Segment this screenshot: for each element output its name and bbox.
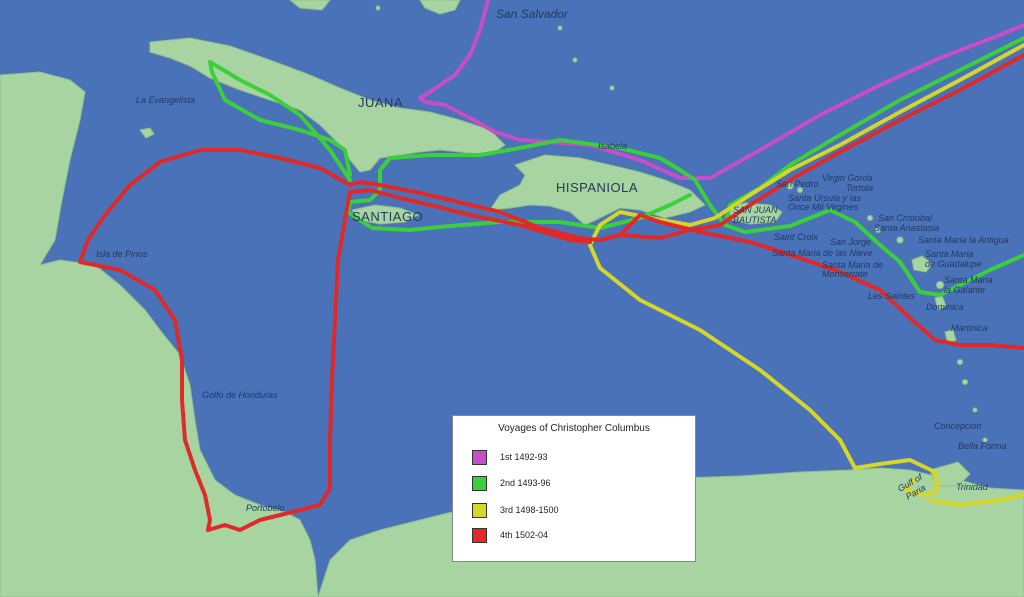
label-santa-anastasia: Santa Anastasia [874,223,939,233]
legend-swatch-4th [472,527,487,543]
label-santa-maria-galante-2: la Galante [944,285,985,295]
label-virgin-gorda: Virgin Gorda [822,173,872,183]
label-san-pedro: San Pedro [776,179,819,189]
label-hispaniola: HISPANIOLA [556,180,638,195]
legend-item-2nd: 2nd 1493-96 [472,475,551,491]
label-san-juan: SAN JUAN [733,205,778,215]
label-santa-maria-guadalupe-2: de Guadalupe [925,259,982,269]
legend-item-4th: 4th 1502-04 [472,527,548,543]
bahamas-islet [375,5,381,11]
legend-swatch-3rd [472,502,487,518]
label-dominica: Dominica [926,302,964,312]
legend-label-2nd: 2nd 1493-96 [500,478,551,488]
legend-item-1st: 1st 1492-93 [472,449,548,465]
label-santiago: SANTIAGO [352,209,423,224]
label-santa-ursula-2: Once Mil Virgines [788,202,859,212]
bahamas-islet [572,57,578,63]
label-martinica: Martinica [951,323,988,333]
label-bautista: BAUTISTA [733,215,776,225]
antigua-island [896,236,904,244]
label-saint-croix: Saint Croix [774,232,819,242]
label-santa-maria-antigua: Santa Maria la Antigua [918,235,1009,245]
legend-swatch-1st [472,449,487,465]
label-san-salvador: San Salvador [496,7,569,21]
label-concepcion: Concepcion [934,421,982,431]
bahamas-islet [609,85,615,91]
label-san-jorge: San Jorge [830,237,871,247]
label-santa-maria-galante-1: Santa Maria [944,275,993,285]
legend-label-1st: 1st 1492-93 [500,452,548,462]
label-isla-de-pinos: Isla de Pinos [96,249,148,259]
legend-label-3rd: 3rd 1498-1500 [500,505,559,515]
legend-swatch-2nd [472,475,487,491]
label-santa-maria-monserrate-2: Monserrate [822,269,868,279]
legend-item-3rd: 3rd 1498-1500 [472,502,559,518]
san-cristobal-island [867,215,873,221]
galante-island [936,281,944,289]
label-trinidad: Trinidad [956,482,989,492]
legend-title: Voyages of Christopher Columbus [498,423,650,434]
label-bella-forma: Bella Forma [958,441,1007,451]
label-les-saintes: Les Saintes [868,291,916,301]
legend-box: Voyages of Christopher Columbus 1st 1492… [452,415,696,562]
label-santa-maria-nieve: Santa Maria de las Nieve [772,248,873,258]
st-vincent-island [962,379,968,385]
label-juana: JUANA [358,95,403,110]
st-lucia-island [957,359,963,365]
label-san-cristobal: San Cristobal [878,213,933,223]
bahamas-islet [557,25,563,31]
grenada-island [972,407,978,413]
label-tortola: Tortola [846,183,873,193]
label-portobelo: Portobelo [246,503,285,513]
legend-label-4th: 4th 1502-04 [500,530,549,540]
label-la-evangelista: La Evangelista [136,95,195,105]
label-santa-maria-guadalupe-1: Santa Maria [925,249,974,259]
label-isabela: Isabela [598,141,627,151]
label-golfo-de-honduras: Golfo de Honduras [202,390,278,400]
